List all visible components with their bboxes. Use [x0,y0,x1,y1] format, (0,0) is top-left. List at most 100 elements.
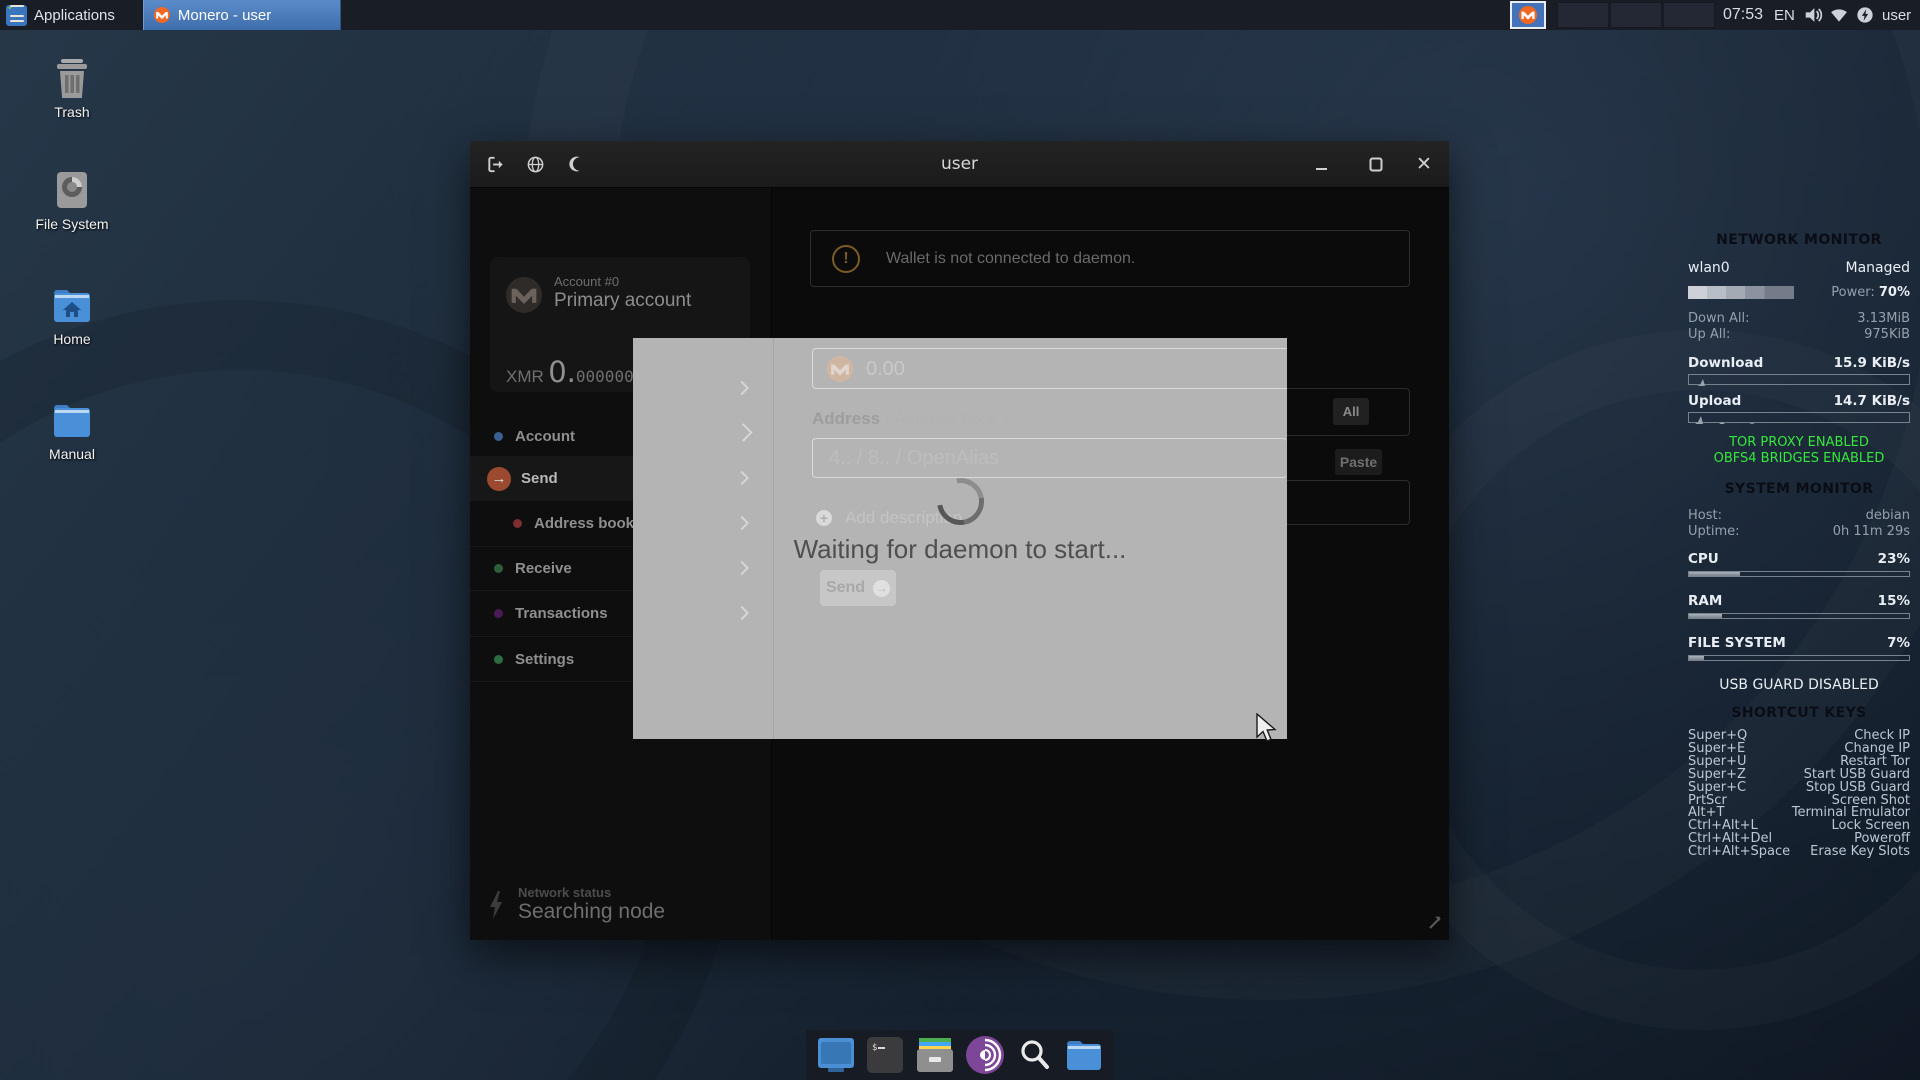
power-value: 70% [1879,285,1910,300]
mouse-cursor [1255,713,1277,745]
ghost-address-input: 4.. / 8.. / OpenAlias [812,438,1287,478]
cpu-label: CPU [1688,551,1719,567]
svg-text:$: $ [872,1043,877,1053]
balance-currency: XMR [506,367,544,386]
all-button[interactable]: All [1333,398,1369,425]
clock[interactable]: 07:53 [1723,0,1763,30]
download-label: Download [1688,355,1763,371]
uptime-label: Uptime: [1688,524,1740,539]
ghost-chevron-icon [735,606,749,620]
ghost-amount-placeholder: 0.00 [866,358,905,381]
usb-guard-status: USB GUARD DISABLED [1688,677,1910,693]
minimize-button[interactable] [1302,141,1342,188]
terminal-icon[interactable]: $ [865,1035,905,1075]
shortcut-keys-title: SHORTCUT KEYS [1688,705,1910,721]
uptime-value: 0h 11m 29s [1833,524,1910,539]
tray-monero-icon[interactable] [1510,1,1546,29]
desktop-icon-filesystem[interactable]: File System [17,168,127,232]
host-value: debian [1866,508,1910,523]
network-monitor-title: NETWORK MONITOR [1688,232,1910,248]
upload-graph [1688,412,1910,423]
keyboard-layout-indicator[interactable]: EN [1774,0,1795,30]
desktop-icon-trash[interactable]: Trash [17,56,127,120]
desktop: Trash File System Home Manual NETWORK MO… [0,0,1920,1080]
download-rate: 15.9 KiB/s [1834,355,1910,371]
cpu-meter [1688,571,1910,577]
paste-button[interactable]: Paste [1335,449,1382,475]
filesystem-meter [1688,655,1910,661]
upload-rate: 14.7 KiB/s [1834,393,1910,409]
desktop-icon-label: Trash [54,104,89,120]
workspace-1[interactable] [1557,2,1609,28]
resize-handle-icon[interactable] [1426,914,1444,932]
file-drawer-icon[interactable] [915,1035,955,1075]
wifi-icon[interactable] [1826,0,1852,30]
taskbar-button-monero[interactable]: Monero - user [143,0,341,30]
send-icon: → [487,467,511,491]
filesystem-value: 7% [1887,635,1910,651]
session-username[interactable]: user [1882,0,1911,30]
daemon-warning-banner: ! Wallet is not connected to daemon. [810,230,1410,287]
download-graph [1688,374,1910,385]
desktop-icon-label: File System [35,216,108,232]
desktop-icon-manual[interactable]: Manual [17,398,127,462]
monero-logo-icon [506,277,542,318]
warning-text: Wallet is not connected to daemon. [886,250,1135,268]
ghost-address-placeholder: 4.. / 8.. / OpenAlias [829,447,999,470]
system-monitor-title: SYSTEM MONITOR [1688,481,1910,497]
desktop-icon-label: Home [53,331,90,347]
ghost-address-label-row: Address ( Address book ) [812,409,1009,429]
host-label: Host: [1688,508,1722,523]
applications-menu-label: Applications [34,7,115,24]
file-manager-icon[interactable] [1064,1035,1104,1075]
drive-icon [17,168,127,210]
desktop-icon-home[interactable]: Home [17,283,127,347]
window-titlebar[interactable]: user ✕ [470,141,1449,188]
account-index: Account #0 [554,274,619,289]
tor-proxy-status: TOR PROXY ENABLED [1688,435,1910,450]
folder-icon [17,398,127,440]
application-finder-icon[interactable] [1015,1035,1055,1075]
conky-monitor: NETWORK MONITOR wlan0 Managed Power: 70%… [1688,232,1910,859]
show-desktop-icon[interactable] [816,1035,856,1075]
workspace-2[interactable] [1610,2,1662,28]
ghost-send-arrow-icon: → [873,580,890,597]
volume-icon[interactable] [1800,0,1826,30]
warning-icon: ! [832,245,860,273]
home-folder-icon [17,283,127,325]
network-status-label: Network status [518,885,665,900]
network-status-value: Searching node [518,900,665,924]
shortcut-keys-list: Super+QCheck IP Super+EChange IP Super+U… [1688,730,1910,859]
filesystem-label: FILE SYSTEM [1688,635,1786,651]
ghost-chevron-icon [735,381,749,395]
desktop-icon-label: Manual [49,446,95,462]
ghost-send-button: Send → [820,570,896,606]
lightning-icon [488,890,504,920]
receive-dot-icon [494,564,503,573]
workspace-3[interactable] [1663,2,1715,28]
monero-logo-icon [154,7,170,23]
close-button[interactable]: ✕ [1404,141,1444,188]
ram-meter [1688,613,1910,619]
obfs4-bridges-status: OBFS4 BRIDGES ENABLED [1688,451,1910,466]
tor-browser-icon[interactable] [965,1035,1005,1075]
power-manager-icon[interactable] [1852,0,1878,30]
power-label: Power: [1831,285,1874,300]
settings-dot-icon [494,655,503,664]
daemon-wait-modal: 0.00 Address ( Address book ) 4.. / 8.. … [633,338,1287,739]
upload-label: Upload [1688,393,1741,409]
applications-menu-button[interactable]: Applications [0,0,125,30]
ghost-chevron-icon [735,516,749,530]
dock: $ [806,1030,1114,1080]
modal-message: Waiting for daemon to start... [633,534,1287,565]
down-all-value: 3.13MiB [1857,311,1910,326]
ghost-plus-icon: + [816,510,832,526]
network-status: Network status Searching node [488,885,665,924]
transactions-dot-icon [494,609,503,618]
balance-integer: 0. [548,355,576,389]
up-all-label: Up All: [1688,327,1730,342]
address-book-dot-icon [513,519,522,528]
up-all-value: 975KiB [1864,327,1910,342]
ghost-amount-input: 0.00 [812,348,1287,389]
maximize-button[interactable] [1356,141,1396,188]
